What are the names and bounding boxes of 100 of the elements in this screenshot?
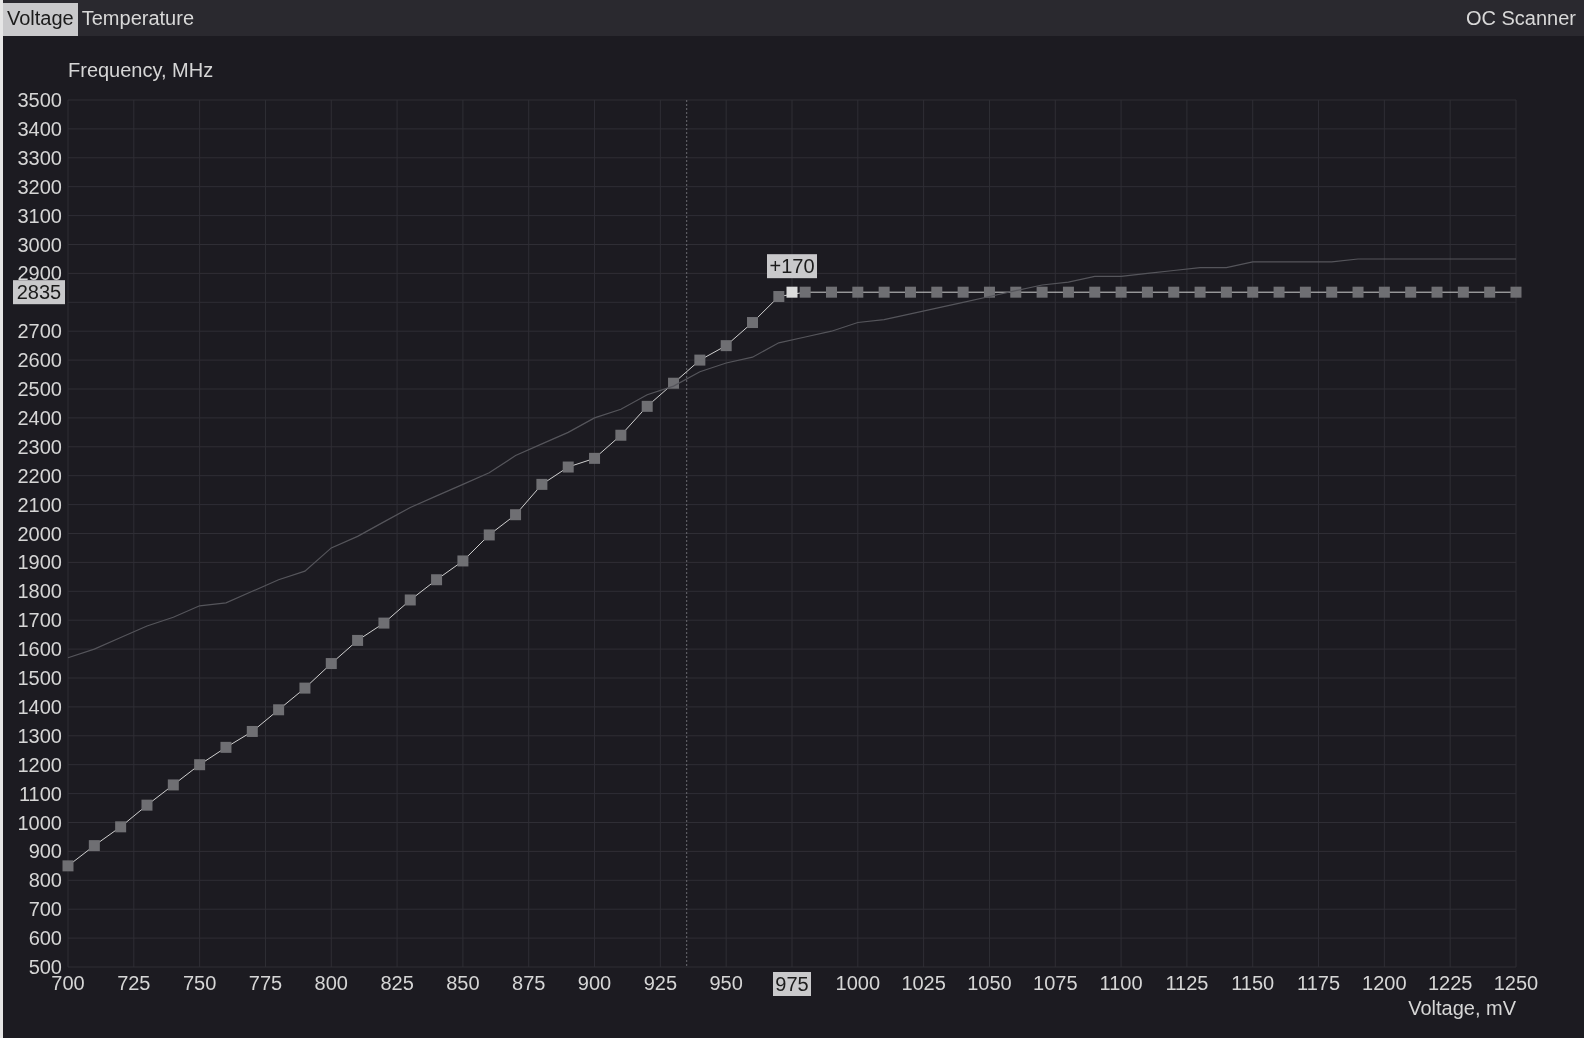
y-axis-label: 3400 — [17, 117, 62, 140]
curve-point[interactable] — [1089, 286, 1101, 298]
oc-scanner-button[interactable]: OC Scanner — [1461, 3, 1584, 36]
curve-point[interactable] — [1062, 286, 1074, 298]
x-axis-label: 875 — [512, 972, 546, 994]
y-axis-label: 3500 — [17, 89, 62, 111]
x-axis-label: 750 — [182, 972, 217, 994]
curve-point[interactable] — [747, 317, 758, 329]
curve-point[interactable] — [931, 286, 943, 298]
curve-point[interactable] — [378, 617, 390, 629]
curve-point[interactable] — [589, 452, 601, 464]
y-axis-label: 1300 — [17, 724, 62, 747]
x-axis-label: 1000 — [835, 972, 881, 994]
curve-point[interactable] — [510, 509, 522, 521]
curve-point[interactable] — [957, 286, 969, 298]
x-axis-label: 1025 — [901, 972, 946, 994]
curve-point[interactable] — [1510, 286, 1522, 298]
curve-point[interactable] — [1141, 286, 1153, 298]
curve-point[interactable] — [273, 704, 285, 716]
curve-point[interactable] — [1036, 286, 1048, 298]
curve-point[interactable] — [1220, 286, 1232, 298]
y-axis-label: 1600 — [17, 638, 62, 661]
curve-point[interactable] — [562, 461, 574, 473]
curve-point[interactable] — [615, 429, 627, 441]
curve-point[interactable] — [668, 377, 680, 389]
y-axis-label: 1700 — [17, 609, 62, 632]
y-axis-label: 1100 — [19, 782, 62, 805]
y-axis-label: 1000 — [17, 811, 62, 834]
curve-point[interactable] — [1194, 286, 1206, 298]
curve-point[interactable] — [431, 574, 443, 586]
curve-point[interactable] — [1273, 286, 1285, 298]
curve-point[interactable] — [352, 634, 364, 646]
y-axis-label: 3000 — [17, 233, 62, 256]
frequency-readout: 2835 — [13, 280, 65, 305]
tab[interactable]: Voltage — [3, 3, 78, 36]
offset-readout: +170 — [767, 254, 817, 279]
curve-point[interactable] — [167, 779, 179, 791]
y-axis-label: 2000 — [17, 522, 62, 545]
curve-point[interactable] — [1431, 286, 1443, 298]
x-axis-label: 1150 — [1231, 972, 1275, 994]
curve-point[interactable] — [1010, 286, 1022, 298]
y-axis-label: 2200 — [17, 464, 62, 487]
curve-point[interactable] — [483, 529, 495, 541]
curve-point[interactable] — [88, 840, 100, 852]
x-axis-label: 950 — [709, 972, 743, 994]
y-axis-label: 800 — [28, 869, 62, 892]
curve-point[interactable] — [1326, 286, 1338, 298]
x-axis-label: 1250 — [1493, 972, 1539, 994]
x-axis-label: 1125 — [1165, 972, 1209, 994]
y-axis-label: 1400 — [17, 695, 62, 718]
curve-point[interactable] — [62, 860, 74, 872]
y-axis-label: 2300 — [17, 435, 62, 458]
curve-point[interactable] — [536, 478, 548, 490]
tab[interactable]: Temperature — [77, 3, 198, 36]
curve-point[interactable] — [457, 555, 469, 567]
x-axis-label: 1100 — [1099, 972, 1143, 994]
y-axis-label: 2100 — [17, 493, 62, 516]
y-axis-title: Frequency, MHz — [68, 59, 214, 81]
curve-point[interactable] — [641, 400, 653, 412]
curve-point[interactable] — [141, 799, 153, 811]
curve-point[interactable] — [983, 286, 995, 298]
curve-point[interactable] — [799, 286, 811, 298]
x-axis-label: 1200 — [1362, 972, 1407, 994]
curve-point[interactable] — [826, 286, 837, 298]
x-axis-title: Voltage, mV — [1408, 997, 1516, 1019]
y-axis-label: 1200 — [17, 753, 62, 776]
x-axis-label: 1175 — [1297, 972, 1341, 994]
curve-point[interactable] — [1457, 286, 1469, 298]
y-axis-label: 2400 — [17, 406, 62, 429]
curve-point[interactable] — [852, 286, 864, 298]
curve-point[interactable] — [1115, 286, 1127, 298]
selected-curve-point[interactable] — [786, 286, 798, 298]
curve-point[interactable] — [1378, 286, 1390, 298]
curve-point[interactable] — [878, 286, 890, 298]
x-axis-label: 1225 — [1427, 972, 1473, 994]
curve-point[interactable] — [115, 821, 127, 833]
curve-point[interactable] — [1352, 286, 1364, 298]
voltage-readout: 975 — [773, 972, 811, 996]
x-axis-label: 725 — [117, 972, 151, 994]
curve-point[interactable] — [773, 291, 785, 302]
curve-point[interactable] — [1168, 286, 1180, 298]
curve-point[interactable] — [299, 682, 311, 694]
curve-point[interactable] — [194, 759, 206, 771]
x-axis-label: 1050 — [967, 972, 1012, 994]
curve-point[interactable] — [246, 725, 258, 737]
curve-point[interactable] — [904, 286, 916, 298]
curve-point[interactable] — [404, 594, 416, 606]
y-axis-label: 2700 — [17, 320, 62, 343]
curve-point[interactable] — [1405, 286, 1417, 298]
y-axis-label: 3100 — [17, 204, 62, 227]
curve-point[interactable] — [1484, 286, 1496, 298]
curve-point[interactable] — [1299, 286, 1311, 298]
curve-point[interactable] — [694, 354, 706, 366]
curve-point[interactable] — [1247, 286, 1259, 298]
curve-point[interactable] — [720, 340, 732, 352]
curve-point[interactable] — [220, 741, 232, 753]
y-axis-label: 900 — [28, 840, 62, 863]
y-axis-label: 700 — [28, 898, 62, 921]
curve-point[interactable] — [325, 658, 337, 670]
y-axis-label: 1500 — [17, 667, 62, 689]
